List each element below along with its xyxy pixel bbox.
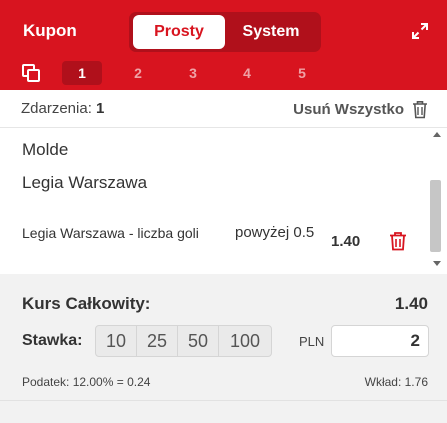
coupon-title: Kupon [23,21,77,40]
bet-pick: powyżej 0.5 [235,224,315,241]
coupon-summary: Kurs Całkowity: 1.40 Stawka: 10 25 50 10… [0,274,447,423]
scroll-up-arrow-icon[interactable] [433,132,441,137]
coupon-slot-3[interactable]: 3 [173,61,213,85]
quick-stake-10-button[interactable]: 10 [96,326,137,356]
quick-stake-group: 10 25 50 100 [95,325,272,357]
selection-scrollbar[interactable] [428,128,447,274]
selection-list: Molde Legia Warszawa Legia Warszawa - li… [0,128,428,274]
scroll-down-arrow-icon[interactable] [433,261,441,266]
remove-all-button[interactable]: Usuń Wszystko [293,99,428,119]
deposit-info: Wkład: 1.76 [364,375,428,389]
bet-market: Legia Warszawa - liczba goli [22,225,199,241]
bet-type-toggle: Prosty System [129,12,321,52]
copy-coupon-icon[interactable] [21,63,41,83]
scroll-thumb[interactable] [430,180,441,252]
home-team: Molde [22,140,69,159]
expand-icon[interactable] [411,22,429,40]
quick-stake-25-button[interactable]: 25 [137,326,178,356]
remove-all-label: Usuń Wszystko [293,100,404,118]
tax-info: Podatek: 12.00% = 0.24 [22,375,151,389]
trash-icon [413,100,427,118]
quick-stake-50-button[interactable]: 50 [178,326,219,356]
total-odds-label: Kurs Całkowity: [22,294,151,313]
events-count-value: 1 [96,100,105,117]
stake-input[interactable] [331,325,429,357]
remove-selection-trash-icon[interactable] [389,231,407,251]
total-odds-value: 1.40 [394,294,428,313]
bet-odds: 1.40 [331,233,361,250]
currency-label: PLN [299,334,325,349]
footer-divider [0,400,447,401]
coupon-slot-5[interactable]: 5 [282,61,322,85]
events-count: Zdarzenia: 1 [21,100,104,117]
stake-label: Stawka: [22,332,83,349]
coupon-slot-4[interactable]: 4 [227,61,267,85]
tab-system[interactable]: System [225,15,317,49]
quick-stake-100-button[interactable]: 100 [219,326,271,356]
events-bar: Zdarzenia: 1 Usuń Wszystko [0,90,447,128]
events-label: Zdarzenia: [21,100,92,117]
away-team: Legia Warszawa [22,173,148,192]
coupon-header: Kupon Prosty System 1 2 3 4 5 [0,0,447,90]
tab-single[interactable]: Prosty [133,15,225,49]
coupon-slot-1[interactable]: 1 [62,61,102,85]
coupon-slot-2[interactable]: 2 [118,61,158,85]
